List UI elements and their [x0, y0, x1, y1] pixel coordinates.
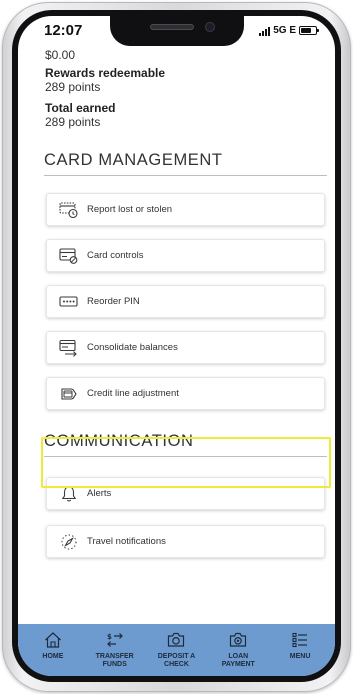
- transfer-icon: $: [105, 630, 125, 650]
- nav-label: DEPOSIT A CHECK: [157, 653, 196, 668]
- nav-transfer-funds[interactable]: $ TRANSFER FUNDS: [85, 624, 145, 676]
- nav-label: MENU: [289, 653, 311, 660]
- scroll-content[interactable]: $0.00 Rewards redeemable 289 points Tota…: [18, 48, 335, 624]
- loan-camera-icon: [228, 630, 248, 650]
- earned-value: 289 points: [45, 115, 101, 129]
- signal-icon: [259, 26, 271, 36]
- nav-label: LOAN PAYMENT: [221, 653, 255, 668]
- card-controls-icon: [59, 246, 79, 266]
- card-management-heading: CARD MANAGEMENT: [44, 151, 327, 176]
- nav-menu[interactable]: MENU: [270, 624, 330, 676]
- credit-line-adjustment-button[interactable]: Credit line adjustment: [46, 377, 325, 410]
- rewards-value: 289 points: [45, 80, 101, 94]
- status-time: 12:07: [44, 22, 83, 39]
- card-controls-button[interactable]: Card controls: [46, 239, 325, 272]
- front-camera: [205, 22, 215, 32]
- report-lost-stolen-button[interactable]: Report lost or stolen: [46, 193, 325, 226]
- home-icon: [43, 630, 63, 650]
- nav-loan-payment[interactable]: LOAN PAYMENT: [208, 624, 268, 676]
- speaker-grille: [150, 24, 194, 30]
- consolidate-balances-button[interactable]: Consolidate balances: [46, 331, 325, 364]
- reorder-pin-button[interactable]: Reorder PIN: [46, 285, 325, 318]
- network-label: 5G E: [273, 25, 296, 36]
- battery-icon: [299, 26, 319, 35]
- alerts-highlight-frame: [41, 437, 331, 488]
- pin-icon: [59, 292, 79, 312]
- credit-line-icon: [59, 384, 79, 404]
- phone-bezel: 12:07 5G E $0.00 Rewards redeemable 289 …: [12, 10, 341, 682]
- report-lost-card-icon: [59, 200, 79, 220]
- travel-notifications-button[interactable]: Travel notifications: [46, 525, 325, 558]
- menu-item-label: Alerts: [87, 488, 112, 499]
- svg-text:$: $: [107, 633, 112, 641]
- menu-item-label: Travel notifications: [87, 536, 166, 547]
- phone-notch: [110, 16, 244, 46]
- status-indicators: 5G E: [259, 25, 319, 36]
- compass-icon: [59, 532, 79, 552]
- nav-label: TRANSFER FUNDS: [95, 653, 134, 668]
- camera-icon: [166, 630, 186, 650]
- app-screen: 12:07 5G E $0.00 Rewards redeemable 289 …: [18, 16, 335, 676]
- menu-item-label: Card controls: [87, 250, 144, 261]
- menu-item-label: Consolidate balances: [87, 342, 178, 353]
- nav-home[interactable]: HOME: [23, 624, 83, 676]
- nav-label: HOME: [42, 653, 64, 660]
- menu-list-icon: [290, 630, 310, 650]
- bottom-nav: HOME $ TRANSFER FUNDS DEPOSIT A CHECK LO…: [18, 624, 335, 676]
- rewards-label: Rewards redeemable: [45, 66, 166, 80]
- nav-deposit-check[interactable]: DEPOSIT A CHECK: [146, 624, 206, 676]
- phone-frame: 12:07 5G E $0.00 Rewards redeemable 289 …: [2, 2, 351, 692]
- menu-item-label: Report lost or stolen: [87, 204, 173, 215]
- consolidate-icon: [59, 338, 79, 358]
- earned-label: Total earned: [45, 101, 116, 115]
- balance-value: $0.00: [45, 48, 76, 62]
- menu-item-label: Reorder PIN: [87, 296, 140, 307]
- menu-item-label: Credit line adjustment: [87, 388, 179, 399]
